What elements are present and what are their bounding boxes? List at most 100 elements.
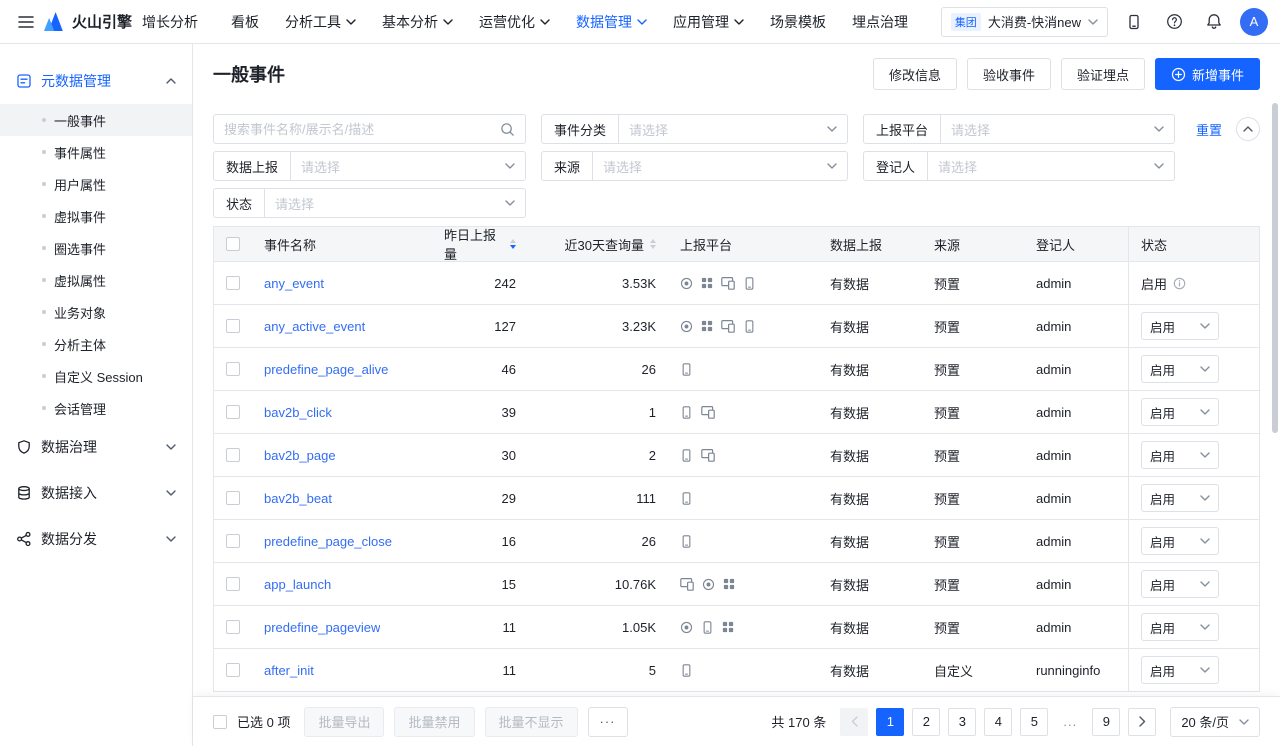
col-yesterday-count[interactable]: 昨日上报量 — [432, 227, 528, 261]
info-icon[interactable] — [1173, 277, 1186, 290]
header-action-button-2[interactable]: 验证埋点 — [1061, 58, 1145, 90]
chevron-down-icon — [1154, 126, 1164, 132]
row-checkbox[interactable] — [226, 534, 240, 548]
status-select[interactable]: 启用 — [1141, 484, 1219, 512]
nav-item-0[interactable]: 看板 — [218, 0, 272, 43]
row-checkbox[interactable] — [226, 319, 240, 333]
miniapp-platform-icon — [723, 578, 735, 590]
platform-icons — [668, 649, 818, 691]
page-size-select[interactable]: 20 条/页 — [1170, 707, 1260, 737]
page-button-9[interactable]: 9 — [1092, 708, 1120, 736]
row-checkbox[interactable] — [226, 362, 240, 376]
sidebar-item-0-3[interactable]: 虚拟事件 — [0, 200, 192, 232]
notification-bell-icon[interactable] — [1200, 8, 1228, 36]
row-checkbox[interactable] — [226, 620, 240, 634]
avatar[interactable]: A — [1240, 8, 1268, 36]
status-select[interactable]: 启用 — [1141, 398, 1219, 426]
row-checkbox[interactable] — [226, 405, 240, 419]
help-icon[interactable] — [1160, 8, 1188, 36]
event-name-link[interactable]: bav2b_click — [264, 405, 332, 420]
sidebar-item-0-8[interactable]: 自定义 Session — [0, 360, 192, 392]
event-name-link[interactable]: after_init — [264, 663, 314, 678]
status-select[interactable]: 启用 — [1141, 570, 1219, 598]
page-button-2[interactable]: 2 — [912, 708, 940, 736]
nav-item-1[interactable]: 分析工具 — [272, 0, 369, 43]
workspace-selector[interactable]: 集团 大消费-快消new — [941, 7, 1108, 37]
row-checkbox[interactable] — [226, 577, 240, 591]
filter-report-platform-select[interactable]: 请选择 — [941, 115, 1174, 143]
sidebar-section-2[interactable]: 数据接入 — [0, 470, 192, 516]
page-button-5[interactable]: 5 — [1020, 708, 1048, 736]
col-query30-count[interactable]: 近30天查询量 — [528, 227, 668, 261]
reset-filters-link[interactable]: 重置 — [1196, 120, 1222, 139]
nav-item-6[interactable]: 场景模板 — [757, 0, 839, 43]
filter-event-category-select[interactable]: 请选择 — [619, 115, 847, 143]
collapse-filters-button[interactable] — [1236, 117, 1260, 141]
event-name-link[interactable]: predefine_page_close — [264, 534, 392, 549]
bulk-action-button-0[interactable]: 批量导出 — [304, 707, 384, 737]
status-select[interactable]: 启用 — [1141, 613, 1219, 641]
sidebar-section-3[interactable]: 数据分发 — [0, 516, 192, 562]
sidebar-item-0-6[interactable]: 业务对象 — [0, 296, 192, 328]
row-checkbox[interactable] — [226, 663, 240, 677]
filter-status-select[interactable]: 请选择 — [265, 189, 525, 217]
logo[interactable]: 火山引擎 增长分析 — [42, 11, 198, 32]
more-actions-button[interactable]: ··· — [588, 707, 628, 737]
row-checkbox[interactable] — [226, 491, 240, 505]
header-action-button-1[interactable]: 验收事件 — [967, 58, 1051, 90]
hamburger-menu-icon[interactable] — [12, 8, 40, 36]
sort-icon[interactable] — [650, 239, 656, 249]
sidebar-item-0-9[interactable]: 会话管理 — [0, 392, 192, 424]
event-name-link[interactable]: predefine_pageview — [264, 620, 380, 635]
nav-item-2[interactable]: 基本分析 — [369, 0, 466, 43]
status-select[interactable]: 启用 — [1141, 355, 1219, 383]
nav-item-5[interactable]: 应用管理 — [660, 0, 757, 43]
add-event-button[interactable]: 新增事件 — [1155, 58, 1260, 90]
nav-item-3[interactable]: 运营优化 — [466, 0, 563, 43]
header-action-button-0[interactable]: 修改信息 — [873, 58, 957, 90]
sidebar-item-0-0[interactable]: 一般事件 — [0, 104, 192, 136]
search-input[interactable] — [224, 122, 500, 137]
mobile-app-icon[interactable] — [1120, 8, 1148, 36]
bulk-action-button-1[interactable]: 批量禁用 — [394, 707, 474, 737]
table-row: bav2b_click391有数据预置admin启用 — [214, 390, 1259, 433]
status-select[interactable]: 启用 — [1141, 441, 1219, 469]
sidebar-section-1[interactable]: 数据治理 — [0, 424, 192, 470]
sidebar-item-0-2[interactable]: 用户属性 — [0, 168, 192, 200]
next-page-button[interactable] — [1128, 708, 1156, 736]
sidebar-item-0-7[interactable]: 分析主体 — [0, 328, 192, 360]
sidebar-section-0[interactable]: 元数据管理 — [0, 58, 192, 104]
sort-icon[interactable] — [510, 239, 516, 249]
footer-select-checkbox[interactable] — [213, 715, 227, 729]
platform-icons — [668, 348, 818, 390]
event-name-link[interactable]: predefine_page_alive — [264, 362, 388, 377]
filter-source-select[interactable]: 请选择 — [593, 152, 847, 180]
event-name-link[interactable]: any_event — [264, 276, 324, 291]
status-select[interactable]: 启用 — [1141, 312, 1219, 340]
filter-registrant-select[interactable]: 请选择 — [928, 152, 1174, 180]
row-checkbox[interactable] — [226, 448, 240, 462]
sidebar-item-0-1[interactable]: 事件属性 — [0, 136, 192, 168]
scrollbar[interactable] — [1272, 48, 1278, 742]
page-button-4[interactable]: 4 — [984, 708, 1012, 736]
event-name-link[interactable]: app_launch — [264, 577, 331, 592]
status-select[interactable]: 启用 — [1141, 656, 1219, 684]
status-select[interactable]: 启用 — [1141, 527, 1219, 555]
filter-data-report-select[interactable]: 请选择 — [291, 152, 525, 180]
event-name-link[interactable]: bav2b_page — [264, 448, 336, 463]
nav-item-4[interactable]: 数据管理 — [563, 0, 660, 43]
query30-count: 26 — [528, 348, 668, 390]
scrollbar-thumb[interactable] — [1272, 103, 1278, 433]
nav-item-7[interactable]: 埋点治理 — [839, 0, 921, 43]
search-icon[interactable] — [500, 122, 515, 137]
prev-page-button[interactable] — [840, 708, 868, 736]
sidebar-item-0-5[interactable]: 虚拟属性 — [0, 264, 192, 296]
row-checkbox[interactable] — [226, 276, 240, 290]
page-button-1[interactable]: 1 — [876, 708, 904, 736]
sidebar-item-0-4[interactable]: 圈选事件 — [0, 232, 192, 264]
select-all-checkbox[interactable] — [226, 237, 240, 251]
event-name-link[interactable]: bav2b_beat — [264, 491, 332, 506]
bulk-action-button-2[interactable]: 批量不显示 — [485, 707, 578, 737]
page-button-3[interactable]: 3 — [948, 708, 976, 736]
event-name-link[interactable]: any_active_event — [264, 319, 365, 334]
